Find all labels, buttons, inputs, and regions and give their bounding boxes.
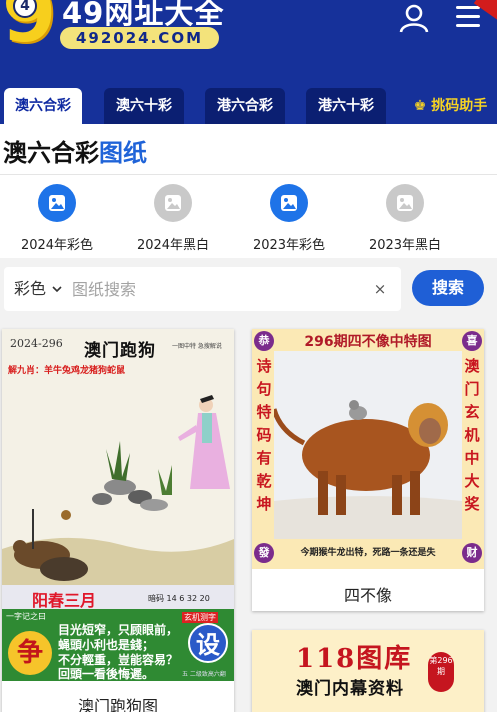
dog-racing-poster: 2024-296 澳门跑狗 一图中特 急搜解说 解九肖：羊牛兔鸡龙猪狗蛇鼠 阳春… [2, 329, 234, 681]
color-select-value: 彩色 [14, 279, 47, 298]
poster-seal: 第296期 [428, 652, 454, 692]
gallery-118-poster: 118图库 澳门内幕资料 第296期 [252, 630, 484, 712]
category-label: 2023年彩色 [252, 238, 326, 253]
tab-pick-helper[interactable]: ♚ 挑码助手 [404, 88, 497, 124]
poster-chip-left: 争 [8, 631, 52, 675]
image-card-four-unlike[interactable]: 296期四不像中特图 诗句特码有乾坤 澳门玄机中大奖 今期猴牛龙出特，死路一条还… [252, 329, 484, 611]
clear-icon[interactable]: × [370, 267, 390, 311]
poster-left-column: 诗句特码有乾坤 [256, 357, 272, 513]
poster-title: 296期四不像中特图 [304, 334, 432, 350]
poster-title: 澳门跑狗 [84, 341, 156, 361]
poster-badge: 發 [254, 543, 274, 563]
image-icon [154, 184, 192, 222]
poster-chip-right: 设 [188, 623, 228, 663]
poster-verse-panel: 一字记之曰 玄机测字 争 设 目光短窄，只顾眼前， 蝇頭小利也是錢； 不分輕重，… [2, 609, 234, 681]
card-thumbnail: 118图库 澳门内幕资料 第296期 [252, 630, 484, 712]
poster-signature: 五 二级致高六翻 [182, 671, 226, 678]
poster-spring-band: 阳春三月 暗码 14 6 32 20 [2, 585, 234, 610]
poster-spring: 阳春三月 [32, 591, 97, 610]
poster-code: 暗码 14 6 32 20 [148, 594, 210, 603]
image-icon [386, 184, 424, 222]
search-bar: 彩色 × 搜索 [0, 258, 497, 322]
site-header: 9 4 49网址大全 492024.COM 澳六合彩 澳六十彩 港六合彩 港六十… [0, 0, 497, 124]
site-domain-badge: 492024.COM [60, 27, 219, 49]
image-icon [270, 184, 308, 222]
poster-title: 118图库 [296, 644, 413, 674]
tab-macau-10[interactable]: 澳六十彩 [104, 88, 184, 124]
search-input[interactable] [72, 273, 352, 305]
poster-tagline: 一图中特 急搜解说 [172, 343, 222, 350]
poster-verse-line: 回頭一看後悔遲。 [58, 667, 155, 681]
search-box: 彩色 × [4, 267, 401, 311]
poster-issue: 2024-296 [10, 337, 63, 350]
tab-pick-helper-label: 挑码助手 [431, 98, 488, 114]
page-title-accent: 图纸 [99, 139, 147, 167]
poster-badge: 财 [462, 543, 482, 563]
poster-photo [274, 351, 462, 539]
image-card-macau-dog[interactable]: 2024-296 澳门跑狗 一图中特 急搜解说 解九肖：羊牛兔鸡龙猪狗蛇鼠 阳春… [2, 329, 234, 712]
tab-hk-10[interactable]: 港六十彩 [306, 88, 386, 124]
helper-icon: ♚ [413, 98, 432, 114]
poster-right-column: 澳门玄机中大奖 [464, 357, 480, 513]
divider [0, 174, 497, 175]
poster-label-left: 一字记之曰 [6, 612, 46, 621]
tab-hk-6[interactable]: 港六合彩 [205, 88, 285, 124]
image-icon [38, 184, 76, 222]
category-2023-color[interactable]: 2023年彩色 [234, 184, 344, 254]
poster-footer: 今期猴牛龙出特，死路一条还是失 [300, 548, 436, 558]
category-2024-bw[interactable]: 2024年黑白 [118, 184, 228, 254]
category-label: 2024年黑白 [136, 238, 210, 253]
poster-badge: 恭 [254, 331, 274, 351]
image-card-118-gallery[interactable]: 118图库 澳门内幕资料 第296期 [252, 630, 484, 712]
category-2024-color[interactable]: 2024年彩色 [2, 184, 112, 254]
page-title: 澳六合彩图纸 [3, 133, 147, 168]
chevron-down-icon [51, 279, 63, 298]
poster-subtitle: 澳门内幕资料 [296, 679, 404, 699]
page-title-main: 澳六合彩 [3, 139, 99, 167]
tab-macau-6[interactable]: 澳六合彩 [4, 88, 82, 124]
poster-subtitle: 解九肖：羊牛兔鸡龙猪狗蛇鼠 [8, 366, 126, 376]
category-label: 2023年黑白 [368, 238, 442, 253]
card-thumbnail: 2024-296 澳门跑狗 一图中特 急搜解说 解九肖：羊牛兔鸡龙猪狗蛇鼠 阳春… [2, 329, 234, 681]
poster-badge: 喜 [462, 331, 482, 351]
image-grid: 2024-296 澳门跑狗 一图中特 急搜解说 解九肖：羊牛兔鸡龙猪狗蛇鼠 阳春… [0, 322, 497, 712]
card-caption[interactable]: 四不像 [252, 582, 484, 606]
four-unlike-poster: 296期四不像中特图 诗句特码有乾坤 澳门玄机中大奖 今期猴牛龙出特，死路一条还… [252, 329, 484, 569]
lottery-tabs: 澳六合彩 澳六十彩 港六合彩 港六十彩 ♚ 挑码助手 [0, 88, 497, 124]
user-icon[interactable] [398, 3, 430, 33]
category-2023-bw[interactable]: 2023年黑白 [350, 184, 460, 254]
menu-icon[interactable] [454, 4, 482, 30]
category-label: 2024年彩色 [20, 238, 94, 253]
poster-label-right: 玄机测字 [182, 612, 218, 623]
card-caption[interactable]: 澳门跑狗图 [2, 693, 234, 712]
search-button[interactable]: 搜索 [412, 270, 484, 306]
card-thumbnail: 296期四不像中特图 诗句特码有乾坤 澳门玄机中大奖 今期猴牛龙出特，死路一条还… [252, 329, 484, 569]
color-select[interactable]: 彩色 [14, 267, 63, 311]
